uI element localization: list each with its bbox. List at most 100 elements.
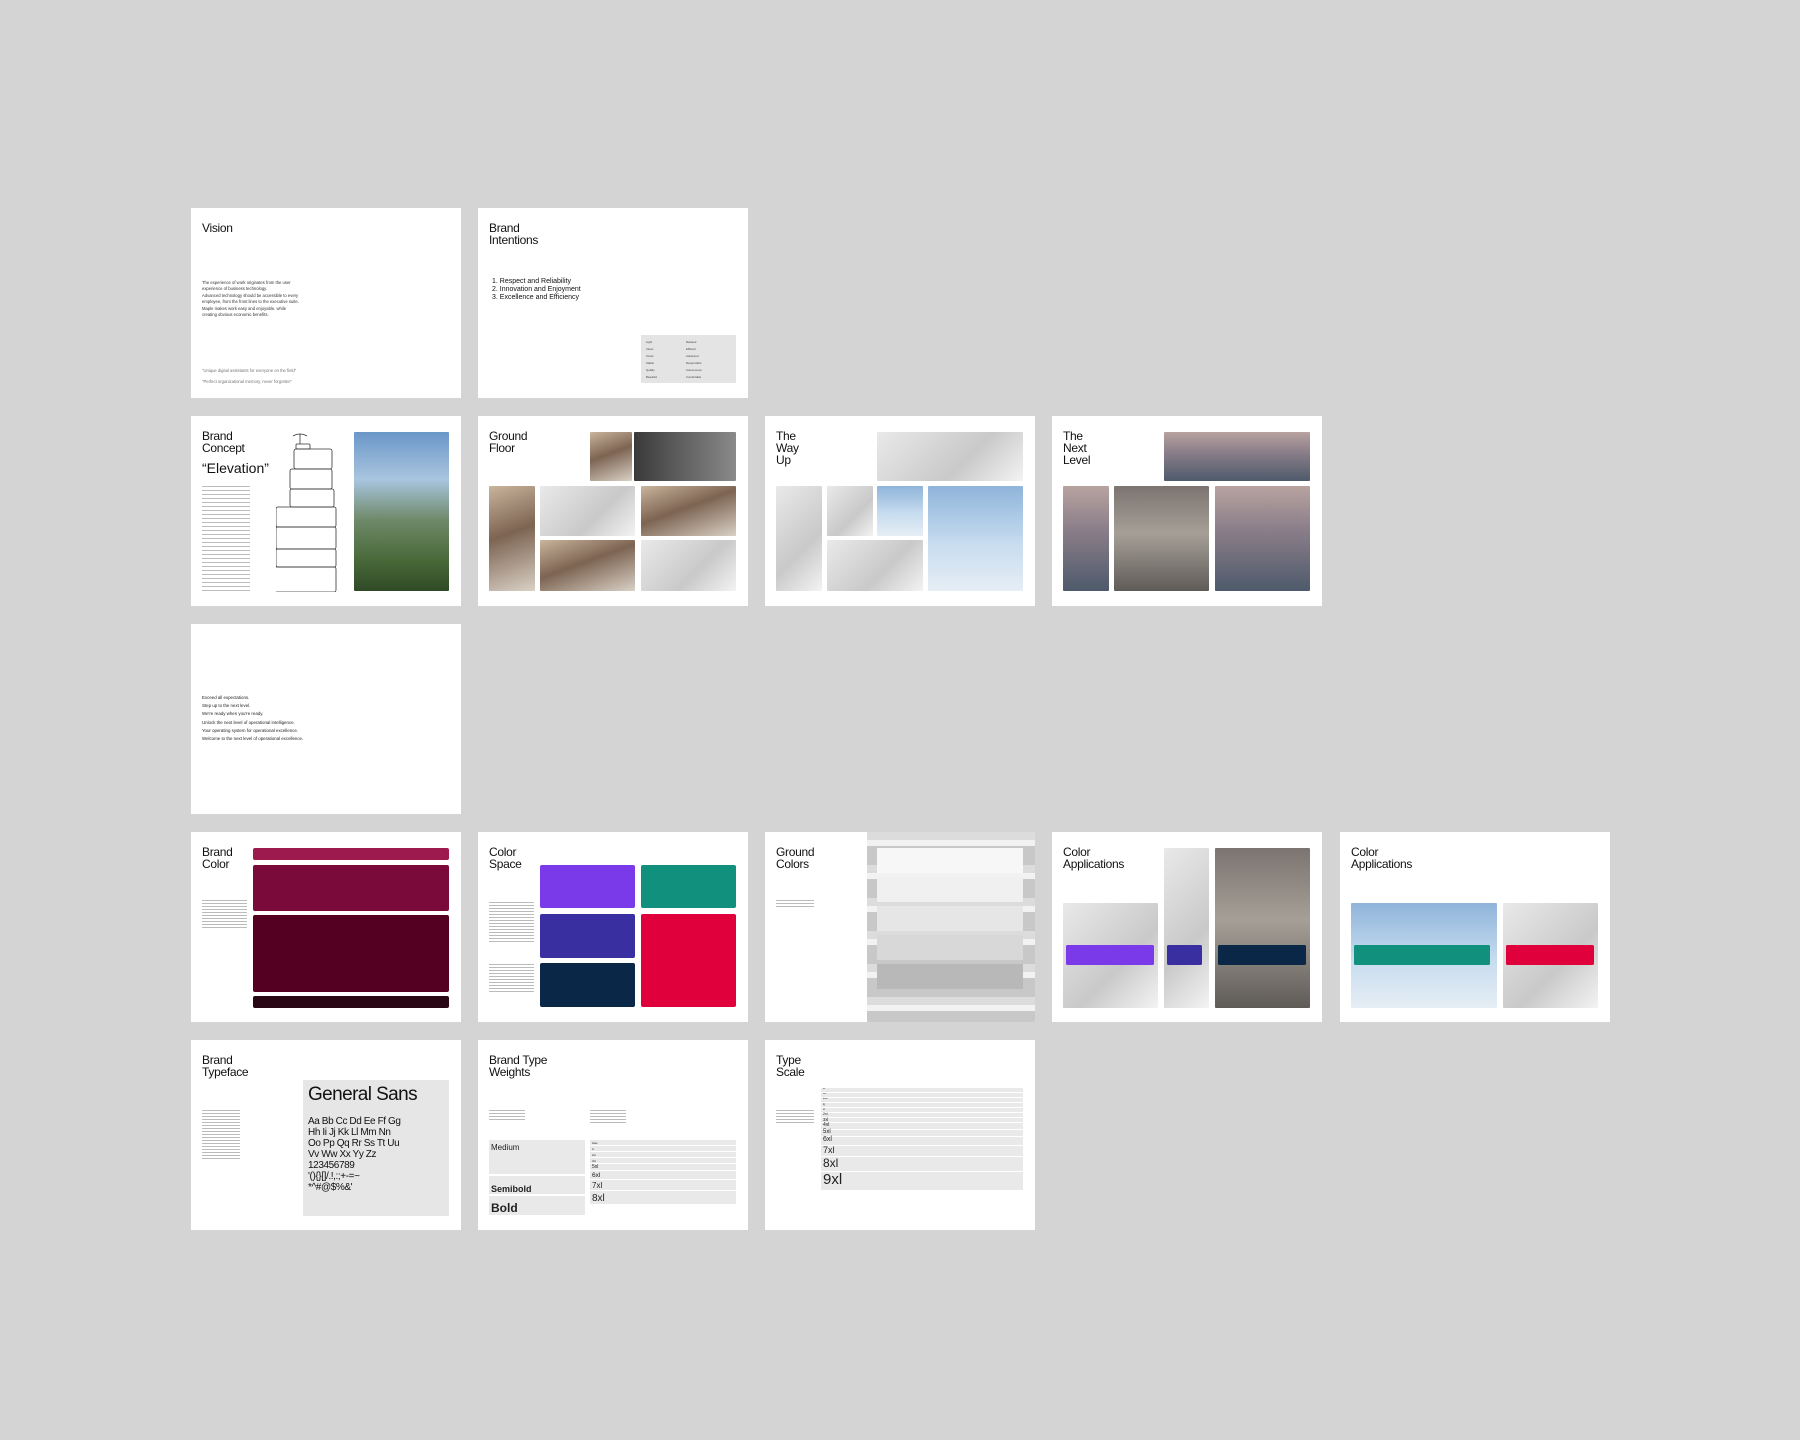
type-scale-row: lg — [821, 1103, 1023, 1108]
photo-mall-hall — [540, 540, 635, 591]
body-text-block — [776, 1110, 814, 1124]
slide-ground-floor[interactable]: Ground Floor — [478, 416, 748, 606]
scale-label: 7xl — [592, 1181, 603, 1190]
type-scale-row: 9xl — [821, 1171, 1023, 1190]
glyph-line: 123456789 — [308, 1160, 355, 1171]
scale-label: 8xl — [823, 1156, 839, 1171]
type-scale-row: 8xl — [821, 1156, 1023, 1172]
slide-brand-concept[interactable]: Brand Concept “Elevation” — [191, 416, 461, 606]
glyph-line: Vv Ww Xx Yy Zz — [308, 1149, 377, 1160]
weight-scale-row: base — [590, 1140, 736, 1145]
weight-scale-row: 3xl — [590, 1158, 736, 1163]
weight-bold: Bold — [491, 1201, 518, 1215]
slide-title: Brand Typeface — [202, 1053, 249, 1079]
indigo-overlay-card — [1167, 945, 1202, 965]
scale-label: 5xl — [592, 1164, 599, 1170]
type-scale-row: xs — [821, 1088, 1023, 1093]
color-swatch-navy — [540, 963, 635, 1007]
slide-title: Color Applications — [1351, 845, 1413, 871]
slide-title: The Next Level — [1063, 429, 1091, 467]
paragraph: Maple makes work easy and enjoyable, whi… — [202, 306, 287, 317]
photo-skyline-sunset — [1164, 432, 1310, 481]
slide-title: Brand Concept — [202, 429, 245, 455]
slide-the-next-level[interactable]: The Next Level — [1052, 416, 1322, 606]
color-swatch-dark-maroon — [253, 996, 449, 1008]
table-cell: Responsible — [686, 361, 702, 365]
red-overlay-card — [1506, 945, 1594, 965]
ground-color-swatch — [877, 935, 1023, 960]
color-swatch-magenta — [253, 865, 449, 911]
paragraph: The experience of work originates from t… — [202, 280, 291, 291]
color-swatch-maroon — [253, 915, 449, 992]
photo-concourse — [641, 540, 736, 591]
photo-curved-building — [928, 486, 1023, 591]
tagline-line: Unlock the next level of operational int… — [202, 719, 295, 725]
weight-scale-row: 6xl — [590, 1171, 736, 1179]
slide-color-space[interactable]: Color Space — [478, 832, 748, 1022]
weight-scale-row: xl — [590, 1146, 736, 1151]
tagline-line: Welcome to the next level of operational… — [202, 736, 304, 742]
type-scale-row: 2xl — [821, 1112, 1023, 1118]
slide-tagline[interactable]: Exceed all expectations. Step up to the n… — [191, 624, 461, 814]
slide-title: Ground Floor — [489, 429, 528, 455]
photo-city-window — [1215, 486, 1310, 591]
ground-color-swatch — [877, 964, 1023, 989]
glyph-line: *^#@$%&' — [308, 1182, 353, 1193]
slide-brand-typeface[interactable]: Brand Typeface General Sans Aa Bb Cc Dd … — [191, 1040, 461, 1230]
purple-overlay-card — [1066, 945, 1154, 965]
body-text-block — [202, 486, 250, 591]
scale-label: xl — [592, 1148, 594, 1151]
slide-brand-type-weights[interactable]: Brand Type Weights Medium Semibold Bold … — [478, 1040, 748, 1230]
body-text-block — [489, 1110, 525, 1122]
photo-storefront — [634, 432, 736, 481]
slide-title: The Way Up — [776, 429, 799, 467]
scale-label: base — [592, 1142, 598, 1145]
slide-title: Brand Color — [202, 845, 233, 871]
photo-dome — [827, 486, 873, 536]
slide-ground-colors[interactable]: Ground Colors — [765, 832, 1035, 1022]
photo-white-curve — [1164, 848, 1209, 1008]
ground-color-swatch — [877, 848, 1023, 873]
slide-color-applications-2[interactable]: Color Applications — [1340, 832, 1610, 1022]
table-cell: Light — [646, 340, 653, 344]
slide-brand-color[interactable]: Brand Color — [191, 832, 461, 1022]
quote: "Unique digital assistants for everyone … — [202, 368, 297, 373]
photo-store — [590, 432, 632, 481]
teal-overlay-card — [1354, 945, 1490, 965]
type-scale-row: 7xl — [821, 1145, 1023, 1157]
photo-office-interior — [1215, 848, 1310, 1008]
photo-office-view — [1114, 486, 1209, 591]
type-scale-row: base — [821, 1098, 1023, 1103]
photo-white-arches — [776, 486, 822, 591]
type-scale-row: 4xl — [821, 1122, 1023, 1129]
color-swatch-red — [641, 914, 736, 1007]
type-scale-row: 5xl — [821, 1129, 1023, 1137]
slide-the-way-up[interactable]: The Way Up — [765, 416, 1035, 606]
weight-medium: Medium — [491, 1143, 520, 1152]
slide-title: Color Space — [489, 845, 522, 871]
scale-label: 3xl — [592, 1159, 596, 1163]
table-cell: Smart — [646, 354, 654, 358]
table-cell: Clean — [646, 347, 654, 351]
table-cell: Beautiful — [646, 375, 657, 379]
scale-label: 6xl — [823, 1136, 832, 1144]
slide-title: Ground Colors — [776, 845, 815, 871]
body-text-block — [776, 900, 814, 908]
weight-scale-row: 5xl — [590, 1164, 736, 1170]
body-text-block — [489, 964, 534, 992]
table-cell: Advanced — [686, 354, 699, 358]
vision-text: The experience of work originates from t… — [202, 280, 302, 318]
slide-brand-intentions[interactable]: Brand Intentions 1. Respect and Reliabil… — [478, 208, 748, 398]
slide-vision[interactable]: Vision The experience of work originates… — [191, 208, 461, 398]
slide-title: Color Applications — [1063, 845, 1125, 871]
list-item: 1. Respect and Reliability — [492, 278, 571, 285]
body-text-block — [202, 900, 247, 930]
typeface-specimen: General Sans Aa Bb Cc Dd Ee Ff Gg Hh Ii J… — [303, 1080, 449, 1216]
scale-label: 2xl — [592, 1153, 596, 1157]
table-cell: Stable — [646, 361, 654, 365]
slide-type-scale[interactable]: Type Scale xs sm base lg xl 2xl 3xl 4xl 5xl 6xl 7x… — [765, 1040, 1035, 1230]
slide-color-applications-1[interactable]: Color Applications — [1052, 832, 1322, 1022]
color-swatch-indigo — [540, 914, 635, 958]
paragraph: Advanced technology should be accessible… — [202, 293, 299, 304]
list-item: 2. Innovation and Enjoyment — [492, 286, 581, 293]
